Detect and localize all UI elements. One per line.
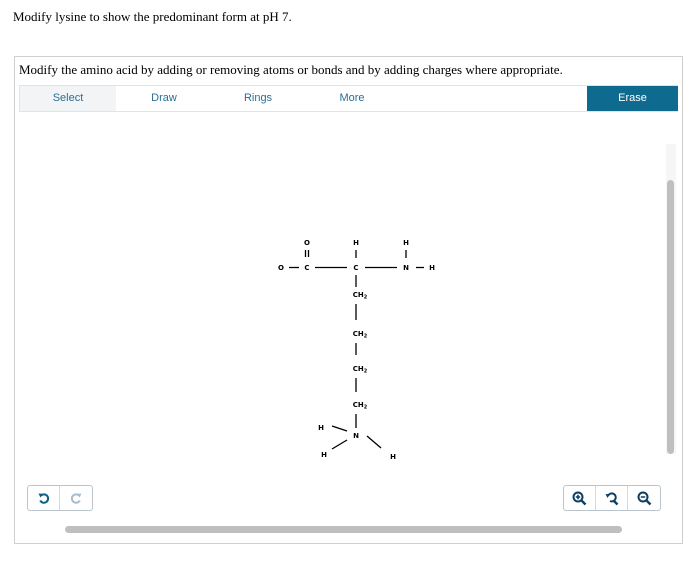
side-hydrogen-right-atom[interactable]: H (390, 453, 396, 461)
reset-zoom-icon (605, 491, 619, 505)
drawing-panel: Modify the amino acid by adding or remov… (14, 56, 683, 544)
more-tool-button[interactable]: More (304, 86, 400, 111)
ch2-group-4[interactable]: CH2 (353, 401, 368, 411)
reset-zoom-button[interactable] (596, 486, 628, 510)
carbonyl-oxygen-atom[interactable]: O (304, 239, 310, 247)
horizontal-scrollbar-thumb[interactable] (65, 526, 622, 533)
side-nitrogen-atom[interactable]: N (353, 432, 359, 440)
carboxyl-carbon-atom[interactable]: C (304, 264, 309, 272)
side-hydrogen-left-top-atom[interactable]: H (318, 424, 324, 432)
redo-button[interactable] (60, 486, 92, 510)
select-tool-button[interactable]: Select (20, 86, 116, 111)
side-n-h-left-top-bond[interactable] (331, 425, 348, 432)
redo-icon (70, 493, 82, 504)
amine-hydrogen-right-atom[interactable]: H (429, 264, 435, 272)
zoom-out-icon (637, 491, 651, 505)
ch2-group-3[interactable]: CH2 (353, 365, 368, 375)
side-n-h-right-bond[interactable] (366, 435, 382, 449)
ch2-group-1[interactable]: CH2 (353, 291, 368, 301)
alpha-carbon-atom[interactable]: C (353, 264, 358, 272)
zoom-in-icon (572, 491, 587, 505)
zoom-controls (563, 485, 661, 511)
history-controls (27, 485, 93, 511)
undo-icon (38, 493, 49, 504)
rings-tool-button[interactable]: Rings (210, 86, 306, 111)
amine-hydrogen-top-atom[interactable]: H (403, 239, 409, 247)
instruction-text: Modify the amino acid by adding or remov… (19, 62, 563, 77)
undo-button[interactable] (28, 486, 60, 510)
zoom-in-button[interactable] (564, 486, 596, 510)
side-hydrogen-left-bottom-atom[interactable]: H (321, 451, 327, 459)
zoom-out-button[interactable] (628, 486, 660, 510)
erase-button[interactable]: Erase (587, 86, 678, 111)
molecule-canvas[interactable]: O O C H C H N H CH2 CH2 CH2 CH2 N H H H (19, 115, 678, 535)
alpha-hydrogen-atom[interactable]: H (353, 239, 359, 247)
vertical-scrollbar-thumb[interactable] (667, 180, 674, 454)
toolbar: Select Draw Rings More Erase (19, 85, 678, 112)
ch2-group-2[interactable]: CH2 (353, 330, 368, 340)
question-text: Modify lysine to show the predominant fo… (13, 9, 292, 24)
carboxyl-oxygen-atom[interactable]: O (278, 264, 284, 272)
draw-tool-button[interactable]: Draw (116, 86, 212, 111)
side-n-h-left-bottom-bond[interactable] (331, 439, 348, 450)
amine-nitrogen-atom[interactable]: N (403, 264, 409, 272)
